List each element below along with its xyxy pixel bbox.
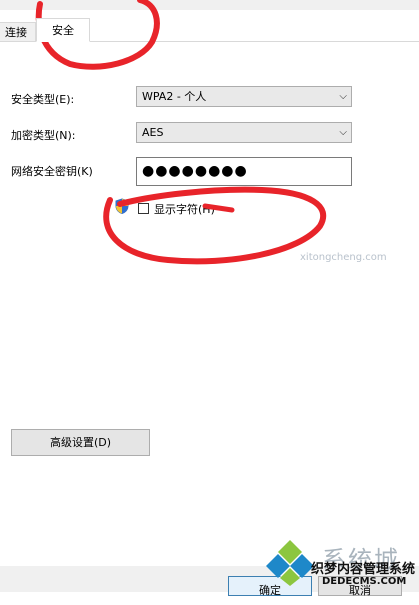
tab-bar: 连接 安全 xyxy=(0,0,419,42)
show-characters-checkbox[interactable] xyxy=(138,203,149,214)
chevron-down-icon: ⌵ xyxy=(339,127,347,138)
security-type-label: 安全类型(E): xyxy=(11,93,75,106)
encryption-type-label: 加密类型(N): xyxy=(11,129,76,142)
show-characters-label: 显示字符(H) xyxy=(154,203,215,216)
network-key-label: 网络安全密钥(K) xyxy=(11,165,93,178)
advanced-settings-button[interactable]: 高级设置(D) xyxy=(11,429,150,456)
shield-icon xyxy=(115,198,129,214)
watermark-domain: DEDECMS.COM xyxy=(322,576,407,587)
network-key-input[interactable]: ●●●●●●●● xyxy=(136,157,352,186)
watermark-brand: 织梦内容管理系统 xyxy=(311,562,416,577)
tab-security-label: 安全 xyxy=(52,24,74,37)
chevron-down-icon: ⌵ xyxy=(339,91,347,102)
tab-connection-label: 连接 xyxy=(5,26,27,39)
watermark-url: xitongcheng.com xyxy=(300,252,387,263)
encryption-type-select[interactable]: AES ⌵ xyxy=(136,122,352,143)
watermark-logo-icon xyxy=(266,538,314,586)
encryption-type-value: AES xyxy=(142,126,164,139)
tab-connection[interactable]: 连接 xyxy=(0,22,36,42)
security-type-select[interactable]: WPA2 - 个人 ⌵ xyxy=(136,86,352,107)
network-key-value: ●●●●●●●● xyxy=(142,163,248,179)
tab-security[interactable]: 安全 xyxy=(36,18,90,42)
security-type-value: WPA2 - 个人 xyxy=(142,90,207,103)
